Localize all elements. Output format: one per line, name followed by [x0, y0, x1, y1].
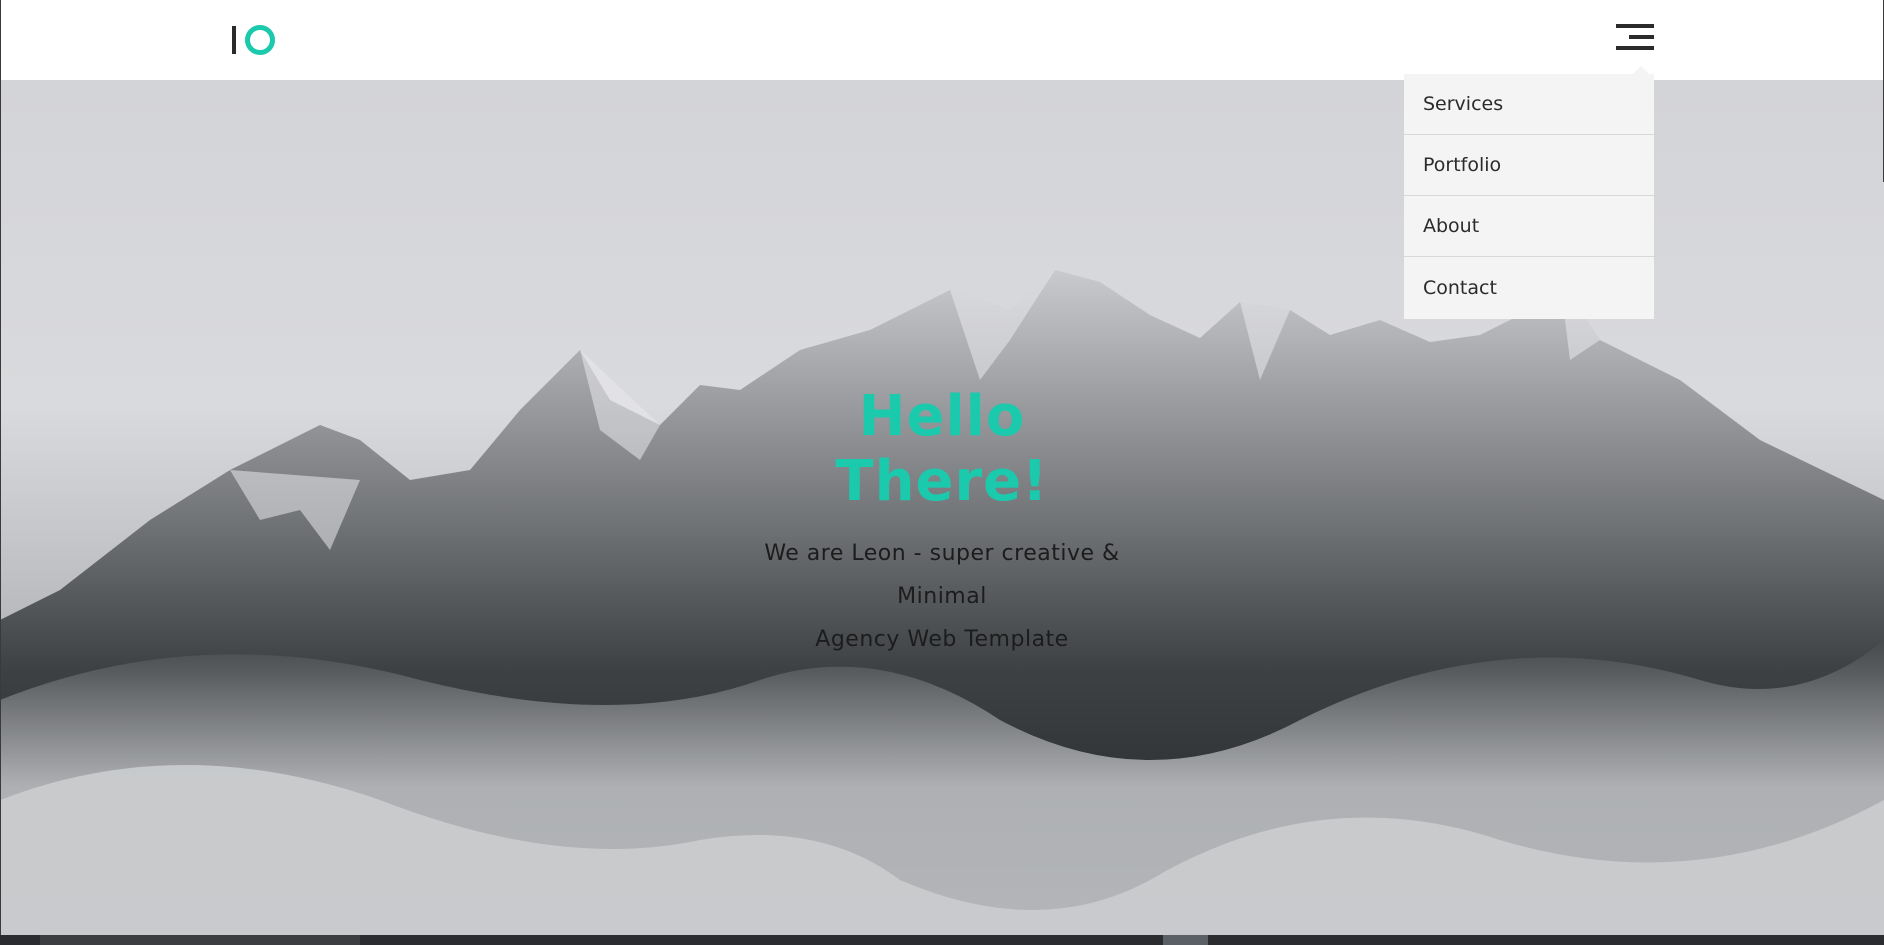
hero-content: Hello There! We are Leon - super creativ… [742, 384, 1142, 661]
nav-item-contact[interactable]: Contact [1404, 257, 1654, 319]
hamburger-line [1616, 24, 1654, 28]
logo-ring-mark [245, 25, 275, 55]
hero-subtitle-line: Agency Web Template [815, 627, 1069, 652]
nav-item-services[interactable]: Services [1404, 74, 1654, 135]
hamburger-menu-icon[interactable] [1614, 24, 1654, 52]
nav-item-portfolio[interactable]: Portfolio [1404, 135, 1654, 196]
site-logo[interactable] [232, 24, 275, 56]
hero-subtitle-line: Minimal [897, 584, 987, 609]
logo-bar-mark [232, 26, 236, 54]
menu-caret-icon [1632, 66, 1650, 75]
hamburger-line [1629, 35, 1654, 39]
hamburger-line [1616, 46, 1654, 50]
hero-subtitle: We are Leon - super creative & Minimal A… [742, 532, 1142, 661]
nav-item-about[interactable]: About [1404, 196, 1654, 257]
hero-title: Hello There! [835, 384, 1049, 514]
dropdown-nav-menu: Services Portfolio About Contact [1404, 66, 1654, 319]
hero-subtitle-line: We are Leon - super creative & [764, 541, 1120, 566]
top-navbar [0, 0, 1884, 80]
bottom-edge-strip [0, 935, 1884, 945]
bottom-strip-segment [40, 935, 360, 945]
window-border-left [0, 0, 1, 935]
bottom-strip-segment [1163, 935, 1208, 945]
